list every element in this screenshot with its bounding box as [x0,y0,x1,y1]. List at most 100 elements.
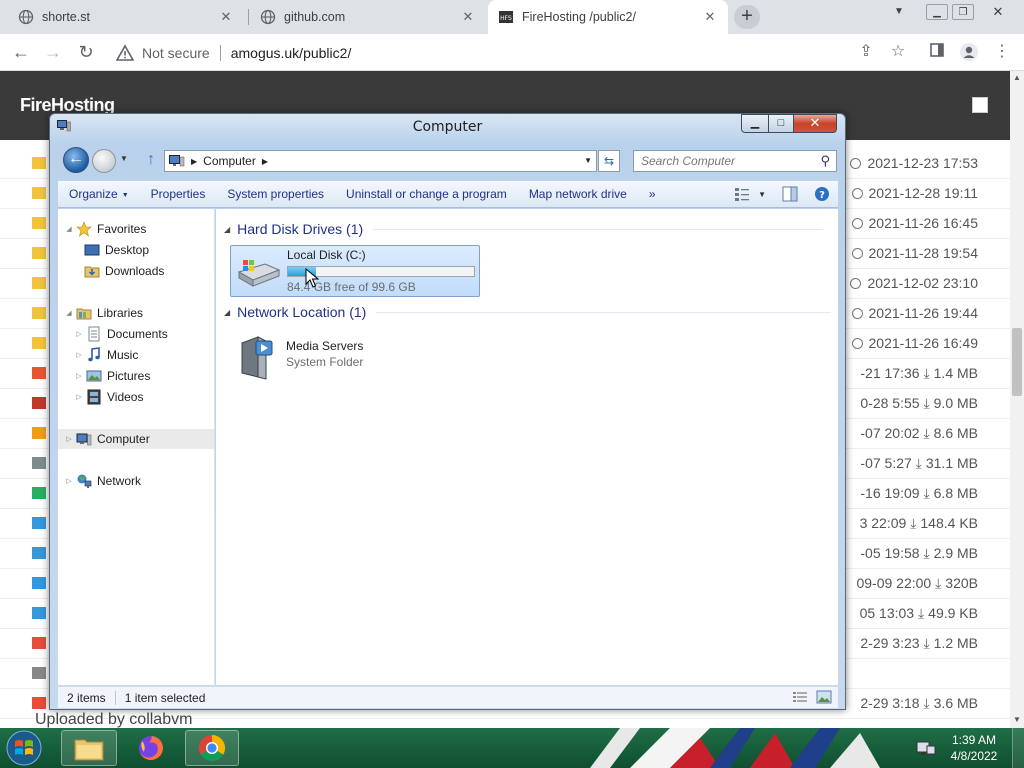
minimize-icon[interactable]: ▁ [926,4,948,20]
preview-pane-icon[interactable] [782,186,798,202]
download-icon[interactable]: ⤓ [920,485,929,501]
download-icon[interactable]: ⤓ [920,695,929,711]
download-icon[interactable]: ⤓ [906,515,916,531]
large-icons-view-icon[interactable] [816,690,832,704]
download-icon[interactable]: ⤓ [912,455,922,471]
download-icon[interactable]: ⤓ [920,365,929,381]
menu-kebab-icon[interactable]: ⋮ [992,42,1012,62]
new-tab-button[interactable]: + [734,5,760,29]
taskbar-explorer-button[interactable] [61,730,117,766]
scroll-up-arrow-icon[interactable]: ▲ [1011,73,1023,82]
nav-favorites[interactable]: ◢ Favorites [64,219,146,239]
back-arrow-icon[interactable]: ← [9,40,33,64]
expanded-triangle-icon[interactable]: ◢ [224,308,230,317]
nav-computer[interactable]: ▷ Computer [58,429,214,449]
download-icon[interactable]: ⤓ [920,395,929,411]
window-maximize-button[interactable]: □ [768,114,794,133]
not-secure-label[interactable]: Not secure [142,45,210,61]
hard-drive-icon [237,260,281,287]
nav-network[interactable]: ▷ Network [64,471,141,491]
nav-documents[interactable]: ▷ Documents [74,324,168,344]
close-tab-icon[interactable]: ✕ [460,9,476,25]
nav-videos[interactable]: ▷ Videos [74,387,143,407]
window-close-button[interactable]: ✕ [793,114,837,133]
nav-downloads[interactable]: Downloads [84,261,164,281]
bookmark-star-icon[interactable]: ☆ [888,42,908,62]
local-disk-c-item[interactable]: Local Disk (C:) 84.4 GB free of 99.6 GB [230,245,480,297]
collapsed-triangle-icon[interactable]: ▷ [74,330,84,338]
nav-desktop[interactable]: Desktop [84,240,149,260]
system-properties-button[interactable]: System properties [216,187,335,201]
nav-music[interactable]: ▷ Music [74,345,138,365]
tab-firehosting[interactable]: HFS FireHosting /public2/ ✕ [488,0,728,34]
profile-avatar-icon[interactable] [959,42,979,62]
change-view-button[interactable]: ▼ [734,186,766,202]
expanded-triangle-icon[interactable]: ◢ [64,309,74,317]
file-size: 1.4 MB [933,365,978,381]
close-window-icon[interactable]: ✕ [985,2,1011,22]
network-tray-icon[interactable] [910,732,940,764]
more-commands-button[interactable]: » [638,187,667,201]
media-servers-type: System Folder [286,355,364,369]
address-bar[interactable]: Not secure amogus.uk/public2/ [108,38,848,67]
address-dropdown-icon[interactable]: ▼ [584,156,592,165]
page-scrollbar-thumb[interactable] [1012,328,1022,396]
collapsed-triangle-icon[interactable]: ▷ [74,393,84,401]
warning-triangle-icon[interactable] [115,43,135,62]
reload-icon[interactable]: ↻ [74,40,98,64]
breadcrumb-chevron-icon[interactable]: ▶ [191,157,197,166]
explorer-address-bar[interactable]: ▶ Computer ▶ ▼ [164,150,597,172]
url-text[interactable]: amogus.uk/public2/ [231,45,352,61]
explorer-titlebar[interactable]: Computer ▁ □ ✕ [50,114,845,142]
back-button[interactable]: ← [63,147,89,173]
group-header-network-location[interactable]: ◢ Network Location (1) [224,304,832,320]
recent-pages-dropdown-icon[interactable]: ▼ [120,154,128,163]
search-icon[interactable]: ⚲ [820,153,830,169]
page-scrollbar[interactable] [1010,71,1024,728]
system-clock[interactable]: 1:39 AM 4/8/2022 [944,732,1004,764]
expanded-triangle-icon[interactable]: ◢ [224,225,230,234]
download-icon[interactable]: ⤓ [931,575,941,591]
breadcrumb-computer[interactable]: Computer [203,154,256,168]
download-icon[interactable]: ⤓ [914,605,924,621]
close-tab-icon[interactable]: ✕ [218,9,234,25]
tab-github[interactable]: github.com ✕ [250,0,486,34]
file-icon [32,577,46,589]
forward-button[interactable] [92,149,116,173]
window-minimize-button[interactable]: ▁ [741,114,769,133]
help-icon[interactable]: ? [814,186,830,202]
refresh-icon[interactable]: ⇆ [598,150,620,172]
side-panel-icon[interactable] [927,42,947,62]
taskbar-chrome-button[interactable] [185,730,239,766]
forward-arrow-icon[interactable]: → [41,40,65,64]
restore-icon[interactable]: ❐ [952,4,974,20]
organize-menu[interactable]: Organize ▼ [58,187,140,201]
map-network-drive-button[interactable]: Map network drive [518,187,638,201]
share-icon[interactable]: ⇪ [856,42,876,62]
download-icon[interactable]: ⤓ [920,545,929,561]
breadcrumb-chevron-icon[interactable]: ▶ [262,157,268,166]
tab-shortest[interactable]: shorte.st ✕ [8,0,244,34]
properties-button[interactable]: Properties [140,187,217,201]
start-button-windows-logo-icon[interactable] [4,729,44,767]
up-arrow-icon[interactable]: ↑ [142,151,160,169]
collapsed-triangle-icon[interactable]: ▷ [74,351,84,359]
show-desktop-button[interactable] [1012,728,1024,768]
collapsed-triangle-icon[interactable]: ▷ [64,435,74,443]
details-view-icon[interactable] [792,690,808,704]
scroll-down-arrow-icon[interactable]: ▼ [1011,715,1023,724]
search-input[interactable]: Search Computer ⚲ [633,150,837,172]
close-tab-icon[interactable]: ✕ [702,9,718,25]
download-icon[interactable]: ⤓ [920,425,929,441]
nav-libraries[interactable]: ◢ Libraries [64,303,143,323]
uninstall-program-button[interactable]: Uninstall or change a program [335,187,518,201]
collapsed-triangle-icon[interactable]: ▷ [74,372,84,380]
tab-search-chevron-icon[interactable]: ▼ [886,2,912,22]
expanded-triangle-icon[interactable]: ◢ [64,225,74,233]
nav-pictures[interactable]: ▷ Pictures [74,366,150,386]
taskbar-firefox-button[interactable] [124,730,178,766]
group-header-hard-disk-drives[interactable]: ◢ Hard Disk Drives (1) [224,221,824,237]
download-icon[interactable]: ⤓ [920,635,929,651]
collapsed-triangle-icon[interactable]: ▷ [64,477,74,485]
media-servers-item[interactable]: Media Servers System Folder [234,333,434,381]
